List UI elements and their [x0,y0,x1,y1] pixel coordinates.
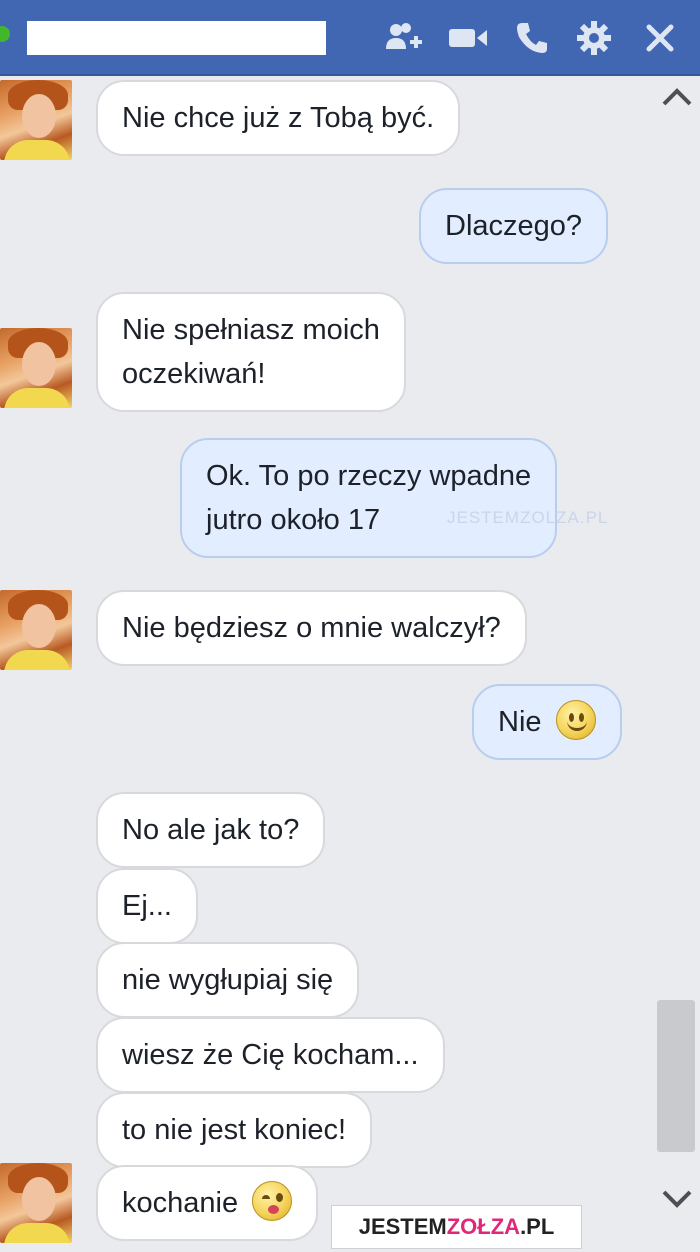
contact-avatar[interactable] [0,80,72,160]
online-status-icon [0,26,10,42]
message-bubble-outgoing[interactable]: Ok. To po rzeczy wpadne jutro około 17 [180,438,558,558]
message-bubble-incoming[interactable]: Nie chce już z Tobą być. [96,80,461,156]
message-text: oczekiwań! [122,358,266,390]
brand-suffix: .PL [520,1214,555,1239]
message-bubble-incoming[interactable]: Nie będziesz o mnie walczył? [96,590,527,666]
smile-emoji-icon [555,700,596,741]
message-bubble-incoming[interactable]: Ej... [96,868,198,944]
brand-highlight: ZOŁZA [446,1214,521,1239]
message-bubble-incoming[interactable]: to nie jest koniec! [96,1092,373,1168]
contact-avatar[interactable] [0,1163,72,1243]
message-text: Nie będziesz o mnie walczył? [122,612,501,644]
message-bubble-incoming[interactable]: kochanie [96,1165,319,1241]
message-text: Nie chce już z Tobą być. [122,102,435,134]
brand-prefix: JESTEM [358,1214,447,1239]
message-text: Nie [498,706,542,738]
message-text: wiesz że Cię kocham... [122,1039,419,1071]
message-bubble-outgoing[interactable]: Dlaczego? [419,188,609,264]
add-people-icon[interactable] [382,16,426,60]
chat-header [0,0,700,76]
message-text: nie wygłupiaj się [122,964,334,996]
contact-avatar[interactable] [0,590,72,670]
message-bubble-incoming[interactable]: wiesz że Cię kocham... [96,1017,445,1093]
message-text: kochanie [122,1187,239,1219]
message-bubble-incoming[interactable]: Nie spełniasz moich oczekiwań! [96,292,406,412]
scrollbar-thumb[interactable] [657,1000,695,1152]
phone-icon[interactable] [510,16,554,60]
video-call-icon[interactable] [446,16,490,60]
message-text: Ej... [122,890,172,922]
message-text: Ok. To po rzeczy wpadne [206,460,532,492]
watermark-text: JESTEMZOLZA.PL [447,508,609,527]
scroll-down-icon[interactable] [660,1182,694,1216]
message-text: to nie jest koniec! [122,1114,347,1146]
message-text: No ale jak to? [122,814,300,846]
scroll-up-icon[interactable] [660,80,694,114]
contact-name[interactable] [27,21,326,55]
kiss-emoji-icon [252,1181,293,1222]
close-icon[interactable] [638,16,682,60]
settings-gear-icon[interactable] [572,16,616,60]
message-bubble-outgoing[interactable]: Nie [472,684,622,760]
site-watermark-logo: JESTEM ZOŁZA .PL [331,1205,582,1249]
message-bubble-incoming[interactable]: nie wygłupiaj się [96,942,360,1018]
contact-avatar[interactable] [0,328,72,408]
message-bubble-incoming[interactable]: No ale jak to? [96,792,326,868]
message-text: Dlaczego? [445,210,583,242]
message-text: Nie spełniasz moich [122,314,380,346]
